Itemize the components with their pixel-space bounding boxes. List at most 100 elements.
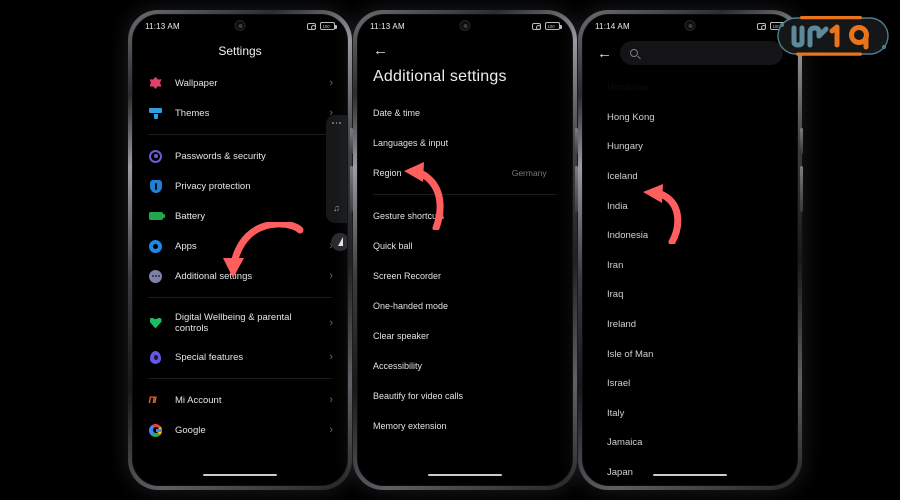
list-item-hong-kong[interactable]: Hong Kong [583, 103, 797, 133]
back-arrow-icon[interactable]: ← [358, 37, 388, 58]
more-dots-icon [332, 122, 341, 124]
site-watermark [777, 16, 889, 56]
row-label: Battery [175, 210, 206, 222]
sidebar-item-mi-account[interactable]: ПI Mi Account › [133, 385, 347, 415]
divider [148, 378, 332, 379]
sidebar-item-special-features[interactable]: Special features › [133, 342, 347, 372]
settings-group-personalization: Wallpaper › Themes › [133, 68, 347, 128]
chevron-right-icon: › [448, 297, 454, 314]
divider [148, 297, 332, 298]
volume-button[interactable] [800, 166, 803, 212]
chevron-right-icon: › [329, 76, 333, 89]
row-label: Beautify for video calls [373, 391, 464, 401]
chevron-right-icon: › [429, 327, 435, 344]
status-bar: 11:14 AM 100 [583, 15, 797, 37]
chevron-right-icon: › [444, 207, 450, 224]
row-label: One-handed mode [373, 301, 449, 311]
sidebar-item-wallpaper[interactable]: Wallpaper › [133, 68, 347, 98]
chevron-right-icon: › [441, 267, 447, 284]
country-list: Honduras Hong Kong Hungary Iceland India… [583, 73, 797, 485]
battery-icon [148, 209, 165, 224]
list-item-date-time[interactable]: Date & time › [358, 98, 572, 128]
search-header: ← [583, 37, 797, 73]
list-item-gesture-shortcuts[interactable]: Gesture shortcuts › [358, 201, 572, 231]
list-item-honduras[interactable]: Honduras [583, 73, 797, 103]
list-item-memory-extension[interactable]: Memory extension › [358, 411, 572, 441]
status-time: 11:13 AM [370, 21, 405, 31]
fingerprint-icon [148, 149, 163, 164]
home-indicator[interactable] [653, 473, 727, 476]
chevron-right-icon: › [422, 357, 428, 374]
home-indicator[interactable] [203, 473, 277, 476]
sidebar-item-digital-wellbeing[interactable]: Digital Wellbeing & parental controls › [133, 304, 347, 342]
phone-additional-settings: 11:13 AM 100 ← Additional settings Date … [353, 10, 578, 490]
gear-icon [148, 239, 163, 254]
camera-indicator-icon [532, 22, 541, 30]
sidebar-item-themes[interactable]: Themes › [133, 98, 347, 128]
search-input[interactable] [620, 41, 783, 65]
chevron-right-icon: › [329, 350, 333, 363]
sidebar-item-additional-settings[interactable]: Additional settings › [133, 261, 347, 291]
list-item-jamaica[interactable]: Jamaica [583, 428, 797, 458]
home-indicator[interactable] [428, 473, 502, 476]
row-label: Apps [175, 240, 197, 252]
settings-group-accounts: ПI Mi Account › Google › [133, 385, 347, 445]
chevron-right-icon: › [448, 134, 454, 151]
list-item-israel[interactable]: Israel [583, 369, 797, 399]
sidebar-item-google[interactable]: Google › [133, 415, 347, 445]
chevron-right-icon: › [329, 393, 333, 406]
list-item-ireland[interactable]: Ireland [583, 310, 797, 340]
chevron-right-icon: › [412, 237, 418, 254]
row-label: Date & time [373, 108, 421, 118]
settings-group-wellbeing: Digital Wellbeing & parental controls › … [133, 304, 347, 372]
list-item-accessibility[interactable]: Accessibility › [358, 351, 572, 381]
list-item-iran[interactable]: Iran [583, 251, 797, 281]
list-item-iceland[interactable]: Iceland [583, 162, 797, 192]
front-camera-punch-hole [459, 20, 471, 31]
list-item-one-handed-mode[interactable]: One-handed mode › [358, 291, 572, 321]
list-item-region[interactable]: Region Germany › [358, 158, 572, 188]
list-item-quick-ball[interactable]: Quick ball › [358, 231, 572, 261]
mi-logo-icon: ПI [148, 394, 157, 405]
power-button[interactable] [800, 128, 803, 154]
status-bar: 11:13 AM 100 [133, 15, 347, 37]
heart-icon [148, 316, 163, 331]
front-camera-punch-hole [684, 20, 696, 31]
list-item-iraq[interactable]: Iraq [583, 280, 797, 310]
list-item-screen-recorder[interactable]: Screen Recorder › [358, 261, 572, 291]
google-logo-icon [148, 423, 163, 438]
list-item-hungary[interactable]: Hungary [583, 132, 797, 162]
floating-side-panel[interactable]: ♫ [326, 115, 347, 223]
list-item-beautify-video-calls[interactable]: Beautify for video calls › [358, 381, 572, 411]
row-label: Quick ball [373, 241, 413, 251]
divider [373, 194, 557, 195]
region-value: Germany [511, 168, 547, 178]
sidebar-item-passwords-security[interactable]: Passwords & security › [133, 141, 347, 171]
list-item-indonesia[interactable]: Indonesia [583, 221, 797, 251]
sidebar-item-privacy-protection[interactable]: Privacy protection › [133, 171, 347, 201]
chevron-right-icon: › [329, 269, 333, 282]
list-item-italy[interactable]: Italy [583, 399, 797, 429]
row-label: Special features [175, 351, 244, 363]
battery-icon: 100 [545, 22, 562, 30]
list-item-clear-speaker[interactable]: Clear speaker › [358, 321, 572, 351]
back-arrow-icon[interactable]: ← [597, 46, 612, 61]
sidebar-item-apps[interactable]: Apps › [133, 231, 347, 261]
status-time: 11:14 AM [595, 21, 630, 31]
music-note-icon: ♫ [333, 203, 340, 213]
list-item-isle-of-man[interactable]: Isle of Man [583, 339, 797, 369]
more-dots-icon [148, 269, 163, 284]
side-panel-handle[interactable] [331, 233, 347, 251]
sidebar-item-battery[interactable]: Battery › [133, 201, 347, 231]
row-label: Languages & input [373, 138, 449, 148]
battery-level-text: 100 [322, 23, 330, 29]
divider [148, 134, 332, 135]
list-item-india[interactable]: India [583, 191, 797, 221]
status-bar: 11:13 AM 100 [358, 15, 572, 37]
additional-settings-list: Date & time › Languages & input › Region… [358, 98, 572, 441]
list-item-japan[interactable]: Japan [583, 458, 797, 485]
page-title: Settings [218, 44, 262, 58]
row-label: Themes [175, 107, 210, 119]
row-label: Accessibility [373, 361, 423, 371]
list-item-languages-input[interactable]: Languages & input › [358, 128, 572, 158]
